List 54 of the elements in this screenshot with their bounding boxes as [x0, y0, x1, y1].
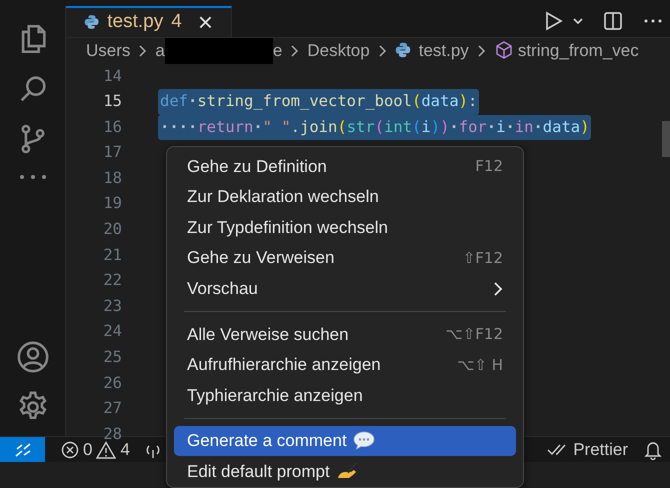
line-number: 16	[102, 116, 122, 138]
line-number: 15	[102, 91, 122, 112]
line-number: 17	[102, 142, 122, 164]
line-number: 25	[102, 347, 122, 368]
chevron-right-icon	[476, 44, 486, 58]
line-number: 21	[102, 244, 122, 266]
warning-icon	[96, 440, 116, 458]
problem-count: 4	[171, 10, 182, 34]
line-number: 20	[102, 219, 122, 240]
chevron-right-icon	[493, 280, 503, 297]
more-icon[interactable]	[18, 172, 48, 182]
menu-item[interactable]: Aufrufhierarchie anzeigen ⌥⇧ H	[174, 350, 516, 380]
line-number: 23	[102, 296, 122, 317]
close-button[interactable]: ×	[198, 9, 213, 36]
menu-item[interactable]: Typhierarchie anzeigen	[174, 380, 516, 411]
editor-tab[interactable]: test.py 4 ×	[66, 6, 232, 36]
line-number: 27	[102, 398, 122, 420]
more-icon[interactable]	[644, 18, 662, 24]
breadcrumb-item[interactable]: string_from_vec	[518, 38, 639, 62]
line-number: 22	[102, 270, 122, 292]
remote-button[interactable]	[0, 437, 45, 462]
menu-item[interactable]: Alle Verweise suchen ⌥⇧F12	[174, 318, 516, 350]
split-editor-icon[interactable]	[602, 10, 624, 32]
menu-item[interactable]: Generate a comment	[174, 426, 516, 456]
formatter-status[interactable]: Prettier	[547, 436, 628, 462]
line-number: 14	[102, 66, 122, 86]
cube-icon	[494, 40, 514, 60]
menu-item[interactable]: Zur Deklaration wechseln	[174, 182, 516, 212]
line-number: 28	[102, 424, 122, 443]
breadcrumb-item[interactable]: Users	[86, 38, 130, 62]
line-number: 24	[102, 321, 122, 342]
error-icon	[61, 440, 79, 458]
menu-item[interactable]: Gehe zu Verweisen ⇧F12	[174, 242, 516, 274]
line-number: 18	[102, 168, 122, 189]
menu-item[interactable]: Vorschau	[174, 273, 516, 304]
menu-item[interactable]: Edit default prompt	[174, 456, 516, 487]
chevron-right-icon	[138, 44, 148, 58]
menu-item[interactable]: Gehe zu Definition F12	[174, 151, 516, 182]
bell-icon[interactable]	[644, 440, 662, 460]
speech-bubble-icon	[352, 431, 375, 452]
chevron-right-icon	[290, 44, 300, 58]
breadcrumb-item[interactable]: a	[155, 38, 165, 62]
line-number: 26	[102, 372, 122, 394]
breadcrumb-item[interactable]: Desktop	[307, 38, 370, 62]
breadcrumb-item[interactable]: e	[272, 38, 282, 62]
menu-item[interactable]: Zur Typdefinition wechseln	[174, 212, 516, 243]
scrollbar-thumb[interactable]	[662, 121, 670, 157]
python-icon	[84, 13, 100, 32]
account-icon[interactable]	[16, 340, 50, 374]
python-icon	[394, 42, 411, 58]
breadcrumb-item[interactable]: test.py	[418, 38, 469, 62]
tab-title: test.py	[107, 10, 164, 34]
line-number: 19	[102, 193, 122, 214]
chevron-right-icon	[378, 44, 387, 58]
